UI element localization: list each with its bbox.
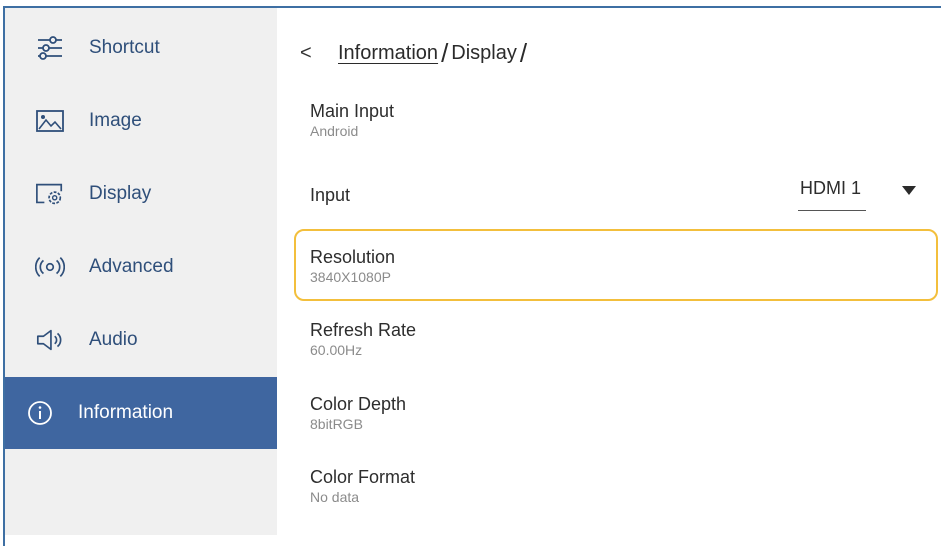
chevron-down-icon[interactable]	[902, 186, 916, 195]
setting-title: Main Input	[310, 101, 395, 121]
display-settings-icon	[35, 180, 65, 208]
speaker-icon	[35, 326, 65, 354]
setting-value: 60.00Hz	[310, 342, 363, 358]
image-icon	[35, 107, 65, 135]
sidebar-item-label: Display	[89, 183, 152, 204]
setting-title: Input	[310, 185, 351, 205]
setting-color-depth[interactable]: Color Depth 8bitRGB	[294, 385, 938, 455]
setting-value: No data	[310, 489, 360, 505]
setting-title: Resolution	[310, 247, 396, 267]
setting-title: Refresh Rate	[310, 320, 417, 340]
breadcrumb-current: Display	[451, 41, 517, 64]
breadcrumb: < Information / Display /	[300, 38, 530, 68]
sidebar-item-audio[interactable]: Audio	[5, 304, 277, 376]
setting-value: 3840X1080P	[310, 269, 391, 285]
setting-refresh-rate[interactable]: Refresh Rate 60.00Hz	[294, 312, 938, 382]
setting-value: Android	[310, 123, 359, 139]
sidebar-item-advanced[interactable]: Advanced	[5, 231, 277, 303]
broadcast-icon	[35, 253, 65, 281]
sidebar-item-label: Image	[89, 110, 142, 131]
setting-title: Color Depth	[310, 394, 407, 414]
sidebar-item-label: Information	[78, 402, 174, 423]
sidebar-item-image[interactable]: Image	[5, 85, 277, 157]
breadcrumb-separator: /	[519, 37, 528, 68]
sidebar-item-information[interactable]: Information	[5, 377, 277, 449]
sidebar-item-label: Shortcut	[89, 37, 160, 58]
sidebar: Shortcut Image Display Advanced Audio In…	[5, 8, 277, 535]
input-select-value: HDMI 1	[800, 178, 862, 198]
setting-value: 8bitRGB	[310, 416, 363, 432]
setting-resolution[interactable]: Resolution 3840X1080P	[294, 229, 938, 301]
breadcrumb-separator: /	[441, 37, 449, 68]
sidebar-item-display[interactable]: Display	[5, 158, 277, 230]
setting-title: Color Format	[310, 467, 416, 487]
input-select[interactable]: HDMI 1	[798, 176, 866, 211]
sidebar-item-shortcut[interactable]: Shortcut	[5, 12, 277, 84]
setting-color-format[interactable]: Color Format No data	[294, 458, 938, 528]
sidebar-item-label: Advanced	[89, 256, 174, 277]
sidebar-item-label: Audio	[89, 329, 138, 350]
back-button[interactable]: <	[300, 42, 322, 65]
breadcrumb-link-information[interactable]: Information	[338, 42, 438, 65]
setting-main-input[interactable]: Main Input Android	[294, 95, 938, 165]
sliders-icon	[35, 34, 65, 62]
info-icon	[25, 399, 55, 427]
